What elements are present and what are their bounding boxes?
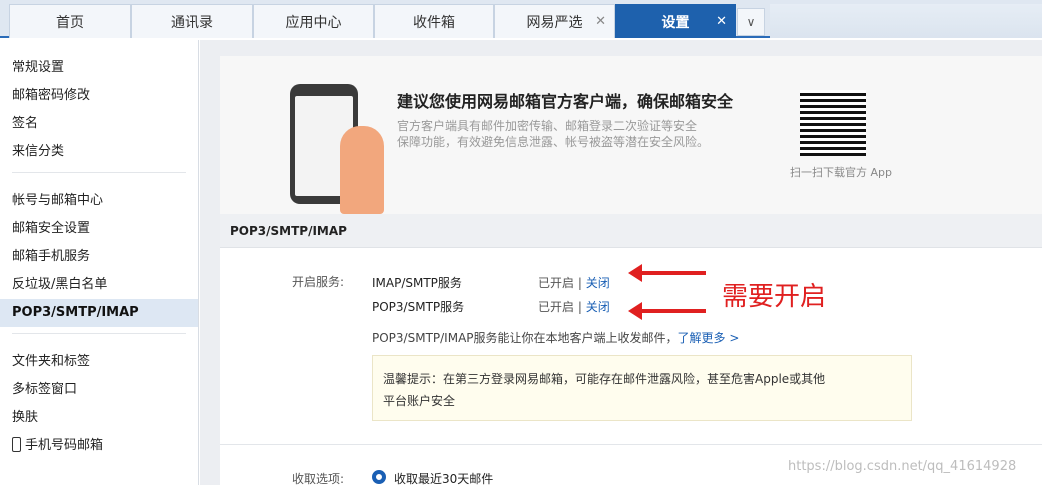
settings-main: 建议您使用网易邮箱官方客户端，确保邮箱安全 官方客户端具有邮件加密传输、邮箱登录… (200, 40, 1042, 485)
sidebar-item-multi-tab[interactable]: 多标签窗口 (0, 376, 198, 404)
sidebar-item-mobile-service[interactable]: 邮箱手机服务 (0, 243, 198, 271)
receive-options-label: 收取选项: (292, 472, 345, 485)
tab-app-center[interactable]: 应用中心 (253, 4, 374, 38)
watermark: https://blog.csdn.net/qq_41614928 (788, 459, 1017, 474)
imap-close-link[interactable]: 关闭 (586, 276, 610, 290)
tab-settings[interactable]: 设置 ✕ (615, 4, 736, 38)
close-icon[interactable]: ✕ (595, 14, 606, 29)
sidebar-item-phone-mailbox[interactable]: 手机号码邮箱 (0, 432, 198, 460)
receive-30-days-radio[interactable] (372, 470, 386, 484)
pop3-service-name: POP3/SMTP服务 (372, 300, 465, 314)
annotation-arrow-pop3 (628, 302, 706, 320)
sidebar-group-account: 帐号与邮箱中心 邮箱安全设置 邮箱手机服务 反垃圾/黑白名单 POP3/SMTP… (0, 173, 198, 334)
tab-contacts[interactable]: 通讯录 (131, 4, 253, 38)
receive-30-days-label: 收取最近30天邮件 (394, 472, 494, 485)
sidebar-item-signature[interactable]: 签名 (0, 110, 198, 138)
phone-icon (12, 437, 21, 452)
security-notice: 温馨提示：在第三方登录网易邮箱，可能存在邮件泄露风险，甚至危害Apple或其他 … (372, 355, 912, 421)
imap-service-name: IMAP/SMTP服务 (372, 276, 462, 290)
annotation-arrow-imap (628, 264, 706, 282)
sidebar-item-general[interactable]: 常规设置 (0, 54, 198, 82)
pop3-close-link[interactable]: 关闭 (586, 300, 610, 314)
tab-bar-filler (770, 4, 1042, 38)
tab-inbox[interactable]: 收件箱 (374, 4, 494, 38)
service-info: POP3/SMTP/IMAP服务能让你在本地客户端上收发邮件，了解更多 > (372, 331, 740, 345)
client-promo-banner: 建议您使用网易邮箱官方客户端，确保邮箱安全 官方客户端具有邮件加密传输、邮箱登录… (220, 56, 1042, 214)
panel-title: POP3/SMTP/IMAP (220, 214, 1042, 248)
sidebar-item-pop3-smtp-imap[interactable]: POP3/SMTP/IMAP (0, 299, 198, 327)
sidebar-item-account-center[interactable]: 帐号与邮箱中心 (0, 187, 198, 215)
sidebar-item-antispam[interactable]: 反垃圾/黑白名单 (0, 271, 198, 299)
sidebar-item-mail-filter[interactable]: 来信分类 (0, 138, 198, 166)
sidebar-item-security[interactable]: 邮箱安全设置 (0, 215, 198, 243)
imap-service-status: 已开启 | 关闭 (538, 276, 610, 290)
pop3-smtp-imap-panel: POP3/SMTP/IMAP 开启服务: IMAP/SMTP服务 已开启 | 关… (220, 214, 1042, 485)
hand-illustration (340, 126, 384, 214)
learn-more-link[interactable]: 了解更多 > (678, 331, 740, 345)
chevron-down-icon[interactable]: ∨ (737, 8, 765, 36)
sidebar-item-skin[interactable]: 换肤 (0, 404, 198, 432)
tab-bar: 首页 通讯录 应用中心 收件箱 网易严选 ✕ 设置 ✕ ∨ (0, 0, 1042, 38)
enable-service-label: 开启服务: (292, 275, 345, 289)
qr-code-icon (800, 90, 866, 156)
tab-yanxuan[interactable]: 网易严选 ✕ (494, 4, 615, 38)
pop3-service-status: 已开启 | 关闭 (538, 300, 610, 314)
sidebar-group-other: 文件夹和标签 多标签窗口 换肤 手机号码邮箱 (12, 334, 186, 466)
sidebar-item-folders[interactable]: 文件夹和标签 (0, 348, 198, 376)
divider (220, 444, 1042, 445)
banner-title: 建议您使用网易邮箱官方客户端，确保邮箱安全 (397, 92, 734, 111)
banner-description: 官方客户端具有邮件加密传输、邮箱登录二次验证等安全 保障功能，有效避免信息泄露、… (397, 119, 710, 149)
tab-home[interactable]: 首页 (9, 4, 131, 38)
sidebar-group-general: 常规设置 邮箱密码修改 签名 来信分类 (12, 40, 186, 173)
settings-sidebar: 常规设置 邮箱密码修改 签名 来信分类 帐号与邮箱中心 邮箱安全设置 邮箱手机服… (0, 40, 199, 485)
annotation-text: 需要开启 (722, 282, 827, 312)
close-icon[interactable]: ✕ (716, 14, 727, 29)
qr-caption: 扫一扫下载官方 App (790, 166, 892, 179)
sidebar-item-password[interactable]: 邮箱密码修改 (0, 82, 198, 110)
